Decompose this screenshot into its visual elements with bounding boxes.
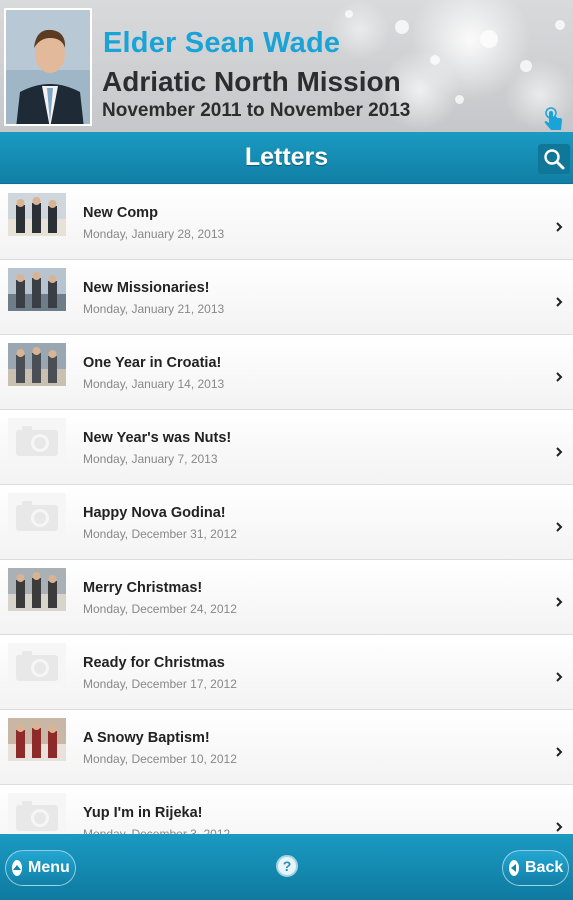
camera-placeholder-icon [8, 643, 66, 686]
letter-title: New Missionaries! [83, 280, 210, 296]
header-banner: Elder Sean Wade Adriatic North Mission N… [0, 0, 573, 132]
letter-date: Monday, December 10, 2012 [83, 752, 237, 766]
list-item[interactable]: New Missionaries! Monday, January 21, 201… [0, 260, 573, 335]
list-item[interactable]: A Snowy Baptism! Monday, December 10, 201… [0, 710, 573, 785]
list-item[interactable]: Happy Nova Godina! Monday, December 31, 2… [0, 485, 573, 560]
letter-title: New Comp [83, 205, 158, 221]
mission-dates: November 2011 to November 2013 [102, 100, 411, 121]
page-title: Letters [244, 143, 329, 171]
back-arrow-icon [509, 860, 519, 876]
list-item[interactable]: Ready for Christmas Monday, December 17, … [0, 635, 573, 710]
title-bar: Letters [0, 132, 573, 184]
back-button[interactable]: Back [502, 850, 569, 886]
letter-thumbnail [8, 193, 66, 236]
menu-button-label: Menu [28, 859, 70, 876]
letter-date: Monday, January 7, 2013 [83, 452, 218, 466]
list-item[interactable]: New Comp Monday, January 28, 2013 [0, 185, 573, 260]
letter-date: Monday, January 21, 2013 [83, 302, 225, 316]
list-item[interactable]: One Year in Croatia! Monday, January 14, … [0, 335, 573, 410]
letter-date: Monday, December 24, 2012 [83, 602, 237, 616]
letter-thumbnail [8, 718, 66, 761]
letter-date: Monday, December 3, 2012 [83, 827, 231, 834]
letter-thumbnail [8, 268, 66, 311]
list-item[interactable]: Merry Christmas! Monday, December 24, 201… [0, 560, 573, 635]
camera-placeholder-icon [8, 493, 66, 536]
letter-thumbnail [8, 568, 66, 611]
chevron-right-icon [555, 592, 563, 607]
profile-photo [4, 8, 92, 126]
letters-list: New Comp Monday, January 28, 2013 New Miss… [0, 185, 573, 834]
letter-title: Ready for Christmas [83, 655, 225, 671]
letter-thumbnail [8, 343, 66, 386]
list-item[interactable]: New Year's was Nuts! Monday, January 7, 2… [0, 410, 573, 485]
letter-title: One Year in Croatia! [83, 355, 222, 371]
chevron-right-icon [555, 292, 563, 307]
chevron-right-icon [555, 517, 563, 532]
camera-placeholder-icon [8, 418, 66, 461]
chevron-right-icon [555, 742, 563, 757]
letter-date: Monday, January 14, 2013 [83, 377, 225, 391]
chevron-right-icon [555, 217, 563, 232]
list-item[interactable]: Yup I'm in Rijeka! Monday, December 3, 20… [0, 785, 573, 834]
letter-title: Yup I'm in Rijeka! [83, 805, 203, 821]
tap-hand-icon[interactable] [543, 107, 565, 131]
chevron-right-icon [555, 667, 563, 682]
search-icon [544, 149, 565, 170]
chevron-right-icon [555, 817, 563, 832]
camera-placeholder-icon [8, 793, 66, 834]
letter-title: Happy Nova Godina! [83, 505, 226, 521]
letter-date: Monday, December 17, 2012 [83, 677, 237, 691]
up-arrow-icon [12, 860, 22, 876]
search-button[interactable] [538, 144, 570, 174]
back-button-label: Back [525, 859, 564, 876]
help-icon[interactable]: ? [276, 855, 298, 877]
letter-title: New Year's was Nuts! [83, 430, 232, 446]
letter-title: Merry Christmas! [83, 580, 203, 596]
chevron-right-icon [555, 442, 563, 457]
menu-button[interactable]: Menu [5, 850, 76, 886]
missionary-name: Elder Sean Wade [103, 27, 341, 59]
letter-date: Monday, December 31, 2012 [83, 527, 237, 541]
mission-name: Adriatic North Mission [102, 66, 401, 97]
letter-title: A Snowy Baptism! [83, 730, 210, 746]
letter-date: Monday, January 28, 2013 [83, 227, 225, 241]
chevron-right-icon [555, 367, 563, 382]
